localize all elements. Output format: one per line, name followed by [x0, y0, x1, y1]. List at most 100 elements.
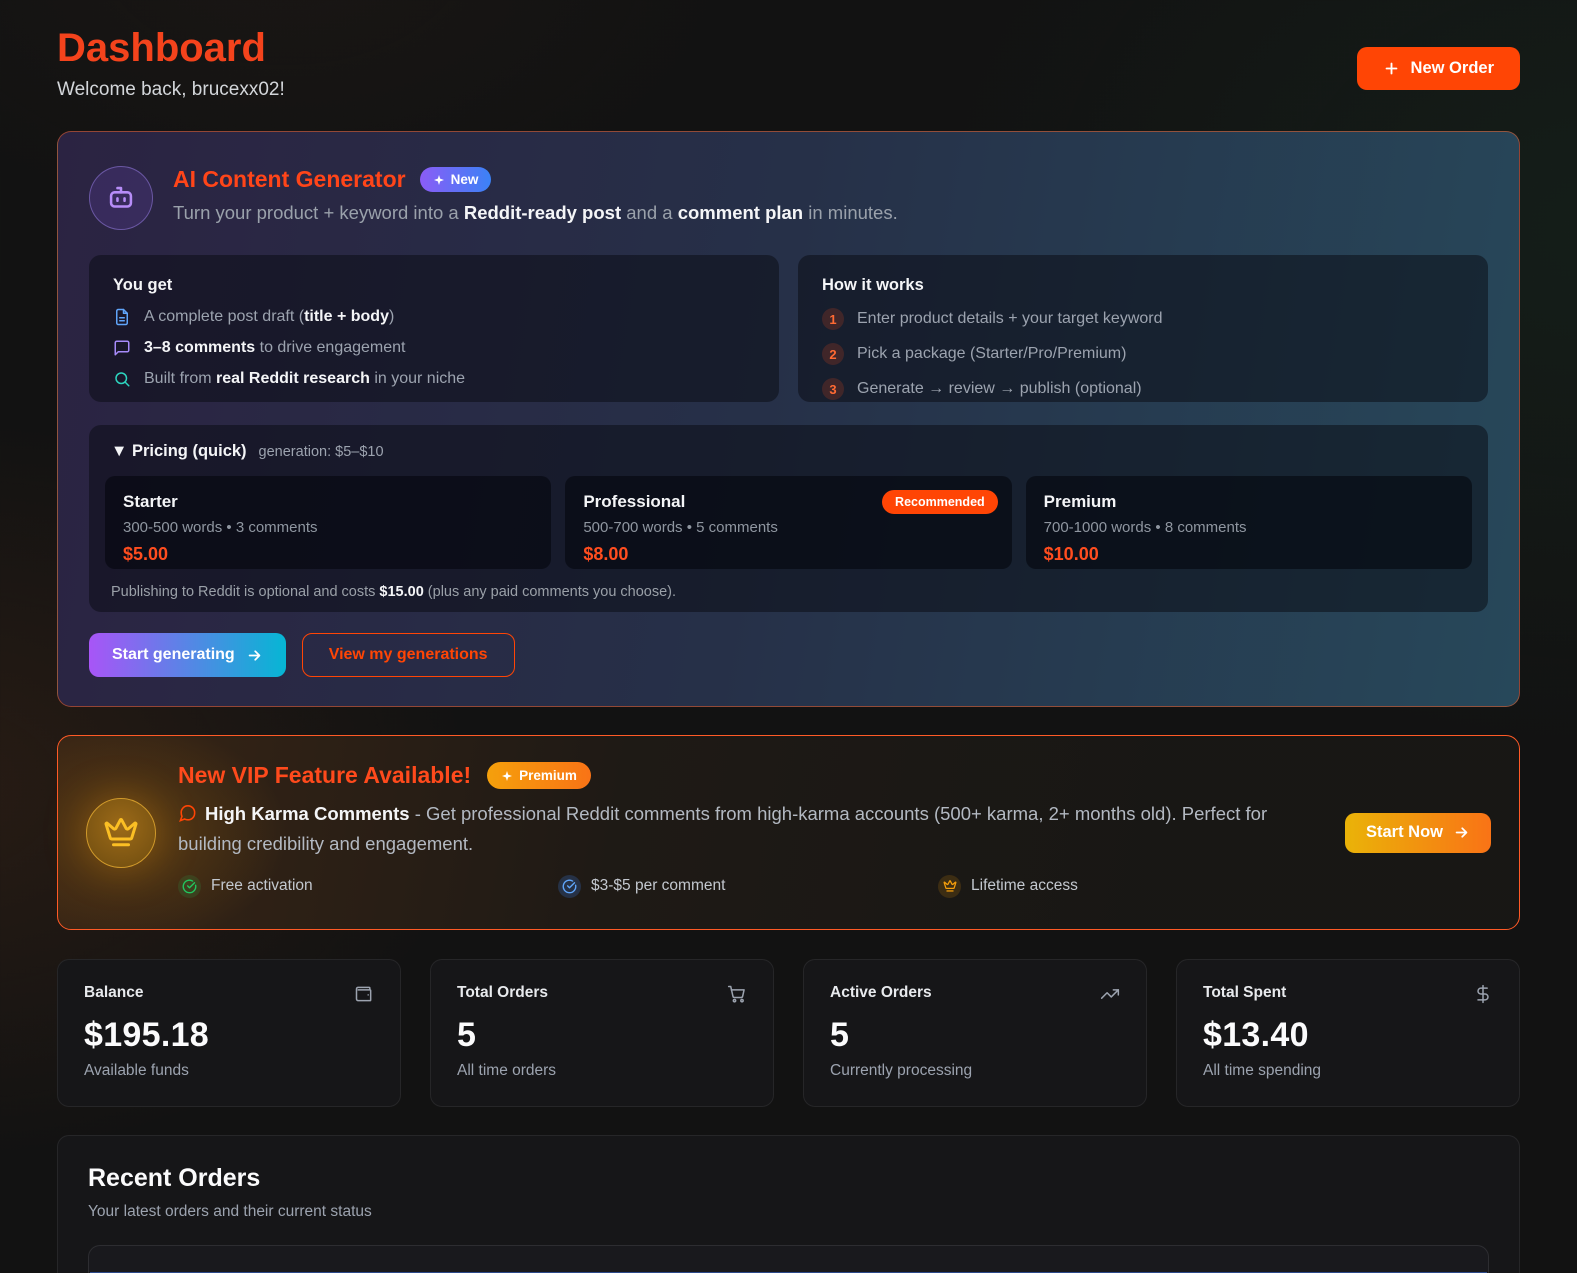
tier-details: 300-500 words • 3 comments	[123, 519, 533, 536]
premium-badge-label: Premium	[519, 768, 577, 783]
you-get-item: 3–8 comments to drive engagement	[113, 339, 755, 357]
ai-generator-card: AI Content Generator New Turn your produ…	[57, 131, 1520, 707]
trending-up-icon	[1100, 984, 1120, 1004]
how-it-works-step: 3 Generate → review → publish (optional)	[822, 378, 1464, 400]
ai-generator-header: AI Content Generator New Turn your produ…	[89, 166, 1488, 230]
stat-label: Total Orders	[457, 984, 548, 1002]
how-it-works-step: 1 Enter product details + your target ke…	[822, 308, 1464, 330]
vip-crown-avatar	[86, 798, 156, 868]
view-generations-button[interactable]: View my generations	[302, 633, 515, 677]
tier-details: 700-1000 words • 8 comments	[1044, 519, 1454, 536]
page-header: Dashboard Welcome back, brucexx02! New O…	[57, 26, 1520, 101]
crown-icon	[103, 815, 139, 851]
stat-sub: All time spending	[1203, 1062, 1493, 1080]
tier-price: $10.00	[1044, 544, 1454, 565]
stat-card-total-spent: Total Spent $13.40 All time spending	[1176, 959, 1520, 1107]
vip-content: New VIP Feature Available! Premium High …	[178, 762, 1323, 903]
stat-sub: Currently processing	[830, 1062, 1120, 1080]
stat-value: $195.18	[84, 1016, 374, 1055]
dashboard-page: Dashboard Welcome back, brucexx02! New O…	[0, 0, 1577, 1273]
welcome-message: Welcome back, brucexx02!	[57, 79, 285, 101]
stat-card-active-orders: Active Orders 5 Currently processing	[803, 959, 1147, 1107]
sparkles-icon	[501, 770, 513, 782]
recent-orders-title: Recent Orders	[88, 1164, 1489, 1193]
you-get-item: Built from real Reddit research in your …	[113, 370, 755, 388]
you-get-item: A complete post draft (title + body)	[113, 308, 755, 326]
start-now-button[interactable]: Start Now	[1345, 813, 1491, 853]
how-it-works-title: How it works	[822, 276, 1464, 295]
vip-feature-label: Free activation	[211, 877, 313, 895]
pricing-tier-professional[interactable]: Professional 500-700 words • 5 comments …	[565, 476, 1011, 569]
new-order-button[interactable]: New Order	[1357, 47, 1520, 90]
ai-generator-title: AI Content Generator	[173, 166, 406, 193]
dollar-sign-icon	[1473, 984, 1493, 1004]
stat-sub: All time orders	[457, 1062, 747, 1080]
wallet-icon	[354, 984, 374, 1004]
sparkles-icon	[433, 174, 445, 186]
bot-avatar	[89, 166, 153, 230]
publishing-note: Publishing to Reddit is optional and cos…	[105, 584, 1472, 600]
how-it-works-step: 2 Pick a package (Starter/Pro/Premium)	[822, 343, 1464, 365]
stat-value: 5	[457, 1016, 747, 1055]
stat-value: $13.40	[1203, 1016, 1493, 1055]
tier-name: Starter	[123, 492, 533, 512]
shopping-cart-icon	[727, 984, 747, 1004]
bot-icon	[104, 181, 138, 215]
ai-generator-text: AI Content Generator New Turn your produ…	[173, 166, 898, 224]
pricing-range: generation: $5–$10	[259, 444, 384, 460]
new-order-label: New Order	[1411, 59, 1494, 78]
view-generations-label: View my generations	[329, 646, 488, 663]
start-generating-button[interactable]: Start generating	[89, 633, 286, 677]
you-get-panel: You get A complete post draft (title + b…	[89, 255, 779, 402]
recent-orders-card: Recent Orders Your latest orders and the…	[57, 1135, 1520, 1273]
caret-down-icon: ▼	[111, 442, 127, 460]
recent-orders-subtitle: Your latest orders and their current sta…	[88, 1203, 1489, 1221]
order-row[interactable]	[88, 1245, 1489, 1273]
stat-card-total-orders: Total Orders 5 All time orders	[430, 959, 774, 1107]
step-number: 3	[822, 378, 844, 400]
tier-details: 500-700 words • 5 comments	[583, 519, 993, 536]
how-it-works-panel: How it works 1 Enter product details + y…	[798, 255, 1488, 402]
stat-sub: Available funds	[84, 1062, 374, 1080]
check-circle-blue-icon	[558, 875, 581, 898]
check-circle-green-icon	[178, 875, 201, 898]
header-text: Dashboard Welcome back, brucexx02!	[57, 26, 285, 101]
tier-price: $5.00	[123, 544, 533, 565]
start-now-label: Start Now	[1366, 823, 1443, 842]
arrow-right-icon	[246, 647, 263, 664]
file-text-icon	[113, 308, 131, 326]
arrow-right-icon	[1453, 824, 1470, 841]
vip-feature-card: New VIP Feature Available! Premium High …	[57, 735, 1520, 930]
premium-badge: Premium	[487, 762, 591, 789]
start-generating-label: Start generating	[112, 646, 235, 664]
tier-name: Premium	[1044, 492, 1454, 512]
stat-card-balance: Balance $195.18 Available funds	[57, 959, 401, 1107]
stat-value: 5	[830, 1016, 1120, 1055]
new-badge-label: New	[451, 172, 479, 187]
new-badge: New	[420, 167, 492, 192]
pricing-tier-starter[interactable]: Starter 300-500 words • 3 comments $5.00	[105, 476, 551, 569]
vip-description: High Karma Comments - Get professional R…	[178, 801, 1298, 858]
pricing-collapse-toggle[interactable]: ▼ Pricing (quick)	[111, 442, 247, 461]
stat-label: Active Orders	[830, 984, 932, 1002]
stats-row: Balance $195.18 Available funds Total Or…	[57, 959, 1520, 1107]
stat-label: Balance	[84, 984, 143, 1002]
vip-feature-label: Lifetime access	[971, 877, 1078, 895]
vip-feature-label: $3-$5 per comment	[591, 877, 725, 895]
step-number: 2	[822, 343, 844, 365]
page-title: Dashboard	[57, 26, 285, 70]
tier-price: $8.00	[583, 544, 993, 565]
recommended-badge: Recommended	[882, 490, 998, 514]
pricing-panel: ▼ Pricing (quick) generation: $5–$10 Sta…	[89, 425, 1488, 612]
you-get-title: You get	[113, 276, 755, 295]
plus-icon	[1383, 60, 1400, 77]
pricing-tier-premium[interactable]: Premium 700-1000 words • 8 comments $10.…	[1026, 476, 1472, 569]
stat-label: Total Spent	[1203, 984, 1286, 1002]
message-circle-icon	[178, 804, 197, 831]
vip-feature-item: Free activation	[178, 875, 558, 898]
step-number: 1	[822, 308, 844, 330]
vip-feature-item: $3-$5 per comment	[558, 875, 938, 898]
message-square-icon	[113, 339, 131, 357]
vip-title: New VIP Feature Available!	[178, 762, 471, 789]
search-icon	[113, 370, 131, 388]
